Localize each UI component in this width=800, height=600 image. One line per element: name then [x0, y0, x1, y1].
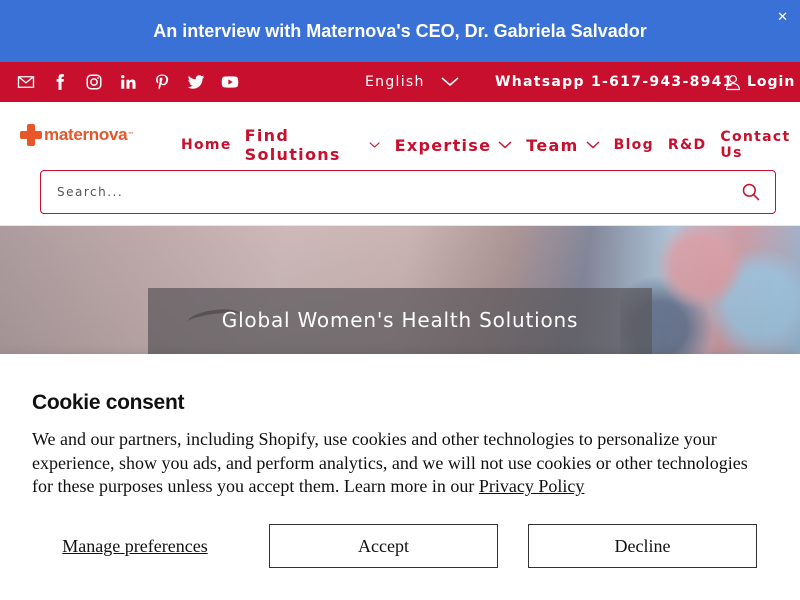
announcement-text[interactable]: An interview with Maternova's CEO, Dr. G…	[153, 21, 646, 42]
cookie-title: Cookie consent	[32, 391, 185, 414]
login-link[interactable]: Login	[724, 62, 795, 102]
close-icon[interactable]: ✕	[777, 10, 788, 25]
nav-contact-us[interactable]: Contact Us	[720, 129, 800, 161]
chevron-down-icon	[498, 141, 512, 149]
privacy-policy-link[interactable]: Privacy Policy	[479, 476, 585, 496]
login-label: Login	[747, 74, 796, 90]
hero-title: Global Women's Health Solutions	[221, 308, 579, 332]
chevron-down-icon	[369, 142, 381, 148]
nav-expertise-label: Expertise	[394, 135, 492, 155]
decline-button[interactable]: Decline	[528, 524, 757, 568]
nav-find-solutions-label: Find Solutions	[244, 126, 341, 164]
cookie-consent-dialog: Cookie consent We and our partners, incl…	[0, 354, 800, 600]
cookie-body-text: We and our partners, including Shopify, …	[32, 429, 748, 496]
accept-button[interactable]: Accept	[269, 524, 498, 568]
nav-blog[interactable]: Blog	[614, 137, 654, 153]
language-selector[interactable]: English	[365, 62, 459, 102]
announcement-bar: An interview with Maternova's CEO, Dr. G…	[0, 0, 800, 62]
search-input[interactable]	[57, 185, 717, 199]
email-icon[interactable]	[16, 72, 36, 92]
search-icon[interactable]	[741, 182, 761, 202]
top-bar: English Whatsapp 1-617-943-8941 Login	[0, 62, 800, 102]
manage-preferences-button[interactable]: Manage preferences	[32, 524, 238, 568]
nav-rd-label: R&D	[667, 137, 707, 153]
site-header: maternova ™ Home Find Solutions Expertis…	[0, 102, 800, 226]
instagram-icon[interactable]	[84, 72, 104, 92]
search-bar	[40, 170, 776, 214]
hero-title-panel: Global Women's Health Solutions	[148, 288, 652, 354]
language-label: English	[365, 74, 425, 90]
chevron-down-icon	[586, 141, 600, 149]
facebook-icon[interactable]	[50, 72, 70, 92]
nav-team[interactable]: Team	[526, 135, 600, 155]
nav-find-solutions[interactable]: Find Solutions	[245, 126, 381, 164]
nav-contact-us-label: Contact Us	[720, 129, 791, 161]
pinterest-icon[interactable]	[152, 72, 172, 92]
main-nav: Home Find Solutions Expertise Team Blog …	[181, 126, 800, 164]
logo-text: maternova	[44, 125, 128, 144]
nav-team-label: Team	[526, 135, 579, 155]
cookie-body: We and our partners, including Shopify, …	[32, 428, 772, 499]
hero-banner: Global Women's Health Solutions	[0, 226, 800, 354]
nav-blog-label: Blog	[613, 137, 654, 153]
user-icon	[726, 75, 740, 91]
youtube-icon[interactable]	[220, 72, 240, 92]
nav-expertise[interactable]: Expertise	[395, 136, 513, 155]
linkedin-icon[interactable]	[118, 72, 138, 92]
nav-home[interactable]: Home	[181, 137, 232, 153]
social-links	[16, 72, 240, 92]
logo[interactable]: maternova ™	[20, 124, 134, 146]
logo-cross-icon	[20, 124, 42, 146]
chevron-down-icon	[441, 77, 459, 86]
nav-rd[interactable]: R&D	[668, 137, 707, 153]
whatsapp-link[interactable]: Whatsapp 1-617-943-8941	[495, 62, 734, 102]
twitter-icon[interactable]	[186, 72, 206, 92]
logo-trademark: ™	[127, 131, 135, 139]
nav-home-label: Home	[181, 137, 232, 153]
